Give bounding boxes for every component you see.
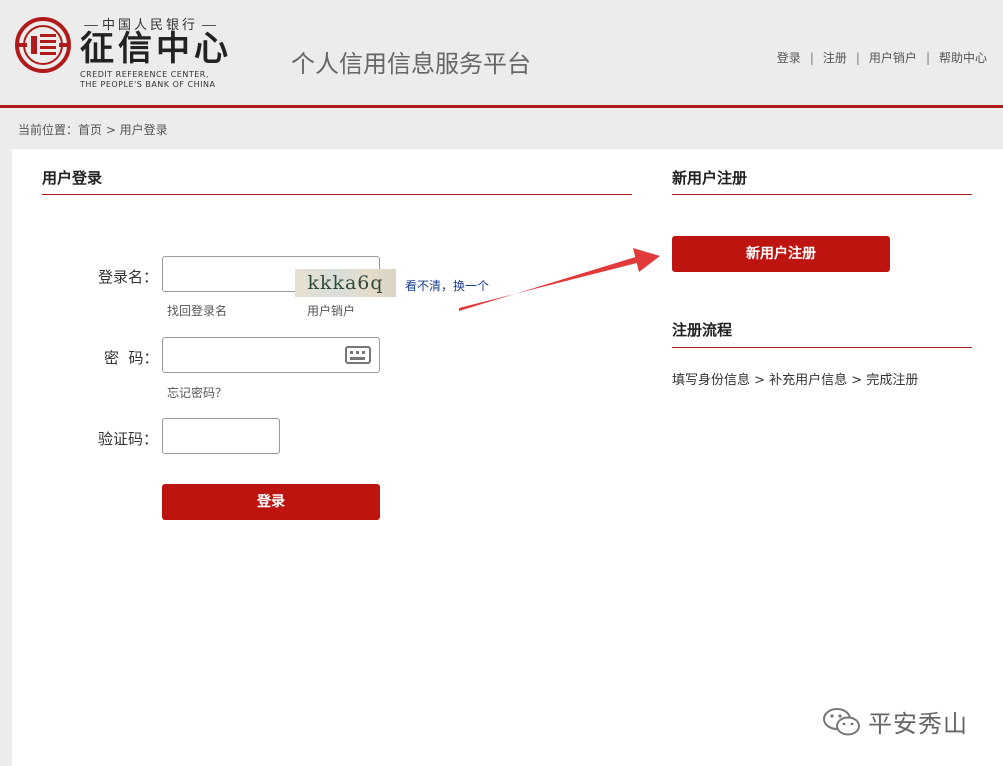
find-username-link[interactable]: 找回登录名 (167, 302, 227, 319)
top-nav: 登录 | 注册 | 用户销户 | 帮助中心 (777, 49, 987, 66)
captcha-image[interactable]: kkka6q (295, 269, 396, 297)
captcha-input[interactable] (162, 418, 280, 454)
login-button[interactable]: 登录 (162, 484, 380, 520)
nav-register-link[interactable]: 注册 (823, 49, 847, 66)
nav-separator: | (855, 50, 860, 65)
breadcrumb: 当前位置：首页 > 用户登录 (18, 123, 168, 137)
captcha-refresh-link[interactable]: 看不清，换一个 (405, 277, 489, 294)
register-section-title: 新用户注册 (672, 169, 748, 187)
login-section-title: 用户登录 (42, 169, 103, 187)
new-user-register-button[interactable]: 新用户注册 (672, 236, 890, 272)
credit-center-seal-logo (15, 17, 71, 73)
forgot-password-link[interactable]: 忘记密码？ (167, 384, 227, 401)
watermark-text: 平安秀山 (868, 710, 968, 738)
register-process-divider (672, 347, 972, 348)
watermark: 平安秀山 (822, 704, 968, 739)
platform-title: 个人信用信息服务平台 (291, 50, 531, 78)
password-label: 密 码： (104, 349, 159, 367)
nav-help-center-link[interactable]: 帮助中心 (939, 49, 987, 66)
wechat-icon (823, 707, 860, 735)
register-section-divider (672, 194, 972, 195)
register-process-title: 注册流程 (672, 321, 733, 339)
captcha-label: 验证码： (98, 430, 159, 448)
username-label: 登录名： (98, 268, 159, 286)
login-section-divider (42, 194, 632, 195)
password-input[interactable] (162, 337, 380, 373)
virtual-keyboard-icon[interactable] (345, 346, 371, 364)
nav-separator: | (809, 50, 814, 65)
site-header: 中国人民银行 征信中心 CREDIT REFERENCE CENTER, THE… (0, 0, 1003, 108)
logo-center-name: 征信中心 (80, 29, 232, 69)
cancel-account-link[interactable]: 用户销户 (307, 302, 355, 319)
nav-login-link[interactable]: 登录 (777, 49, 801, 66)
nav-separator: | (925, 50, 930, 65)
register-process-steps: 填写身份信息 > 补充用户信息 > 完成注册 (672, 373, 919, 388)
nav-cancel-account-link[interactable]: 用户销户 (869, 49, 917, 66)
logo-english-line1: CREDIT REFERENCE CENTER, (80, 70, 209, 79)
logo-english-line2: THE PEOPLE'S BANK OF CHINA (80, 80, 216, 89)
